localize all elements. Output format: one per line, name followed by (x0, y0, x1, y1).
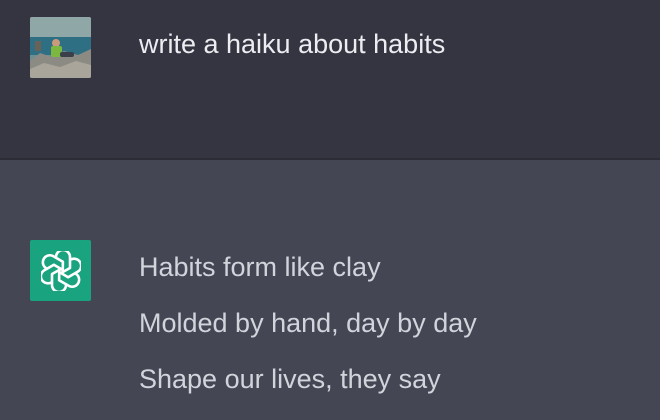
haiku-line: Habits form like clay (139, 252, 381, 282)
assistant-message-text: Habits form like clay Molded by hand, da… (139, 250, 477, 418)
haiku-line: Shape our lives, they say (139, 364, 441, 394)
assistant-message-row: Habits form like clay Molded by hand, da… (0, 160, 660, 420)
haiku-line: Molded by hand, day by day (139, 308, 477, 338)
assistant-avatar (30, 240, 91, 301)
user-message-row: write a haiku about habits (0, 0, 660, 158)
chat-conversation: write a haiku about habits Habits form l… (0, 0, 660, 420)
openai-logo-icon (40, 250, 81, 291)
user-message-text: write a haiku about habits (139, 29, 446, 59)
user-avatar (30, 17, 91, 78)
user-photo-icon (30, 17, 91, 78)
